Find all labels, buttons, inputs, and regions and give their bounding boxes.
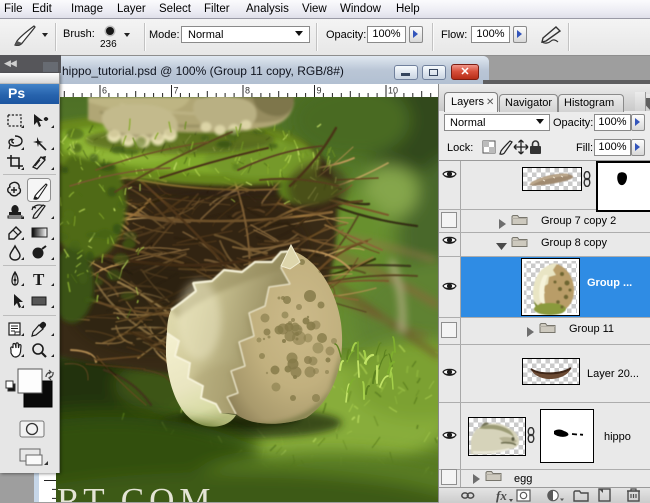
- svg-text:10: 10: [388, 86, 398, 96]
- svg-text:fx: fx: [496, 488, 507, 503]
- svg-text:7: 7: [174, 86, 179, 96]
- svg-text:T: T: [33, 270, 45, 289]
- svg-text:RT.COM: RT.COM: [57, 481, 216, 502]
- svg-text:8: 8: [245, 86, 250, 96]
- svg-text:6: 6: [102, 86, 107, 96]
- svg-text:9: 9: [317, 86, 322, 96]
